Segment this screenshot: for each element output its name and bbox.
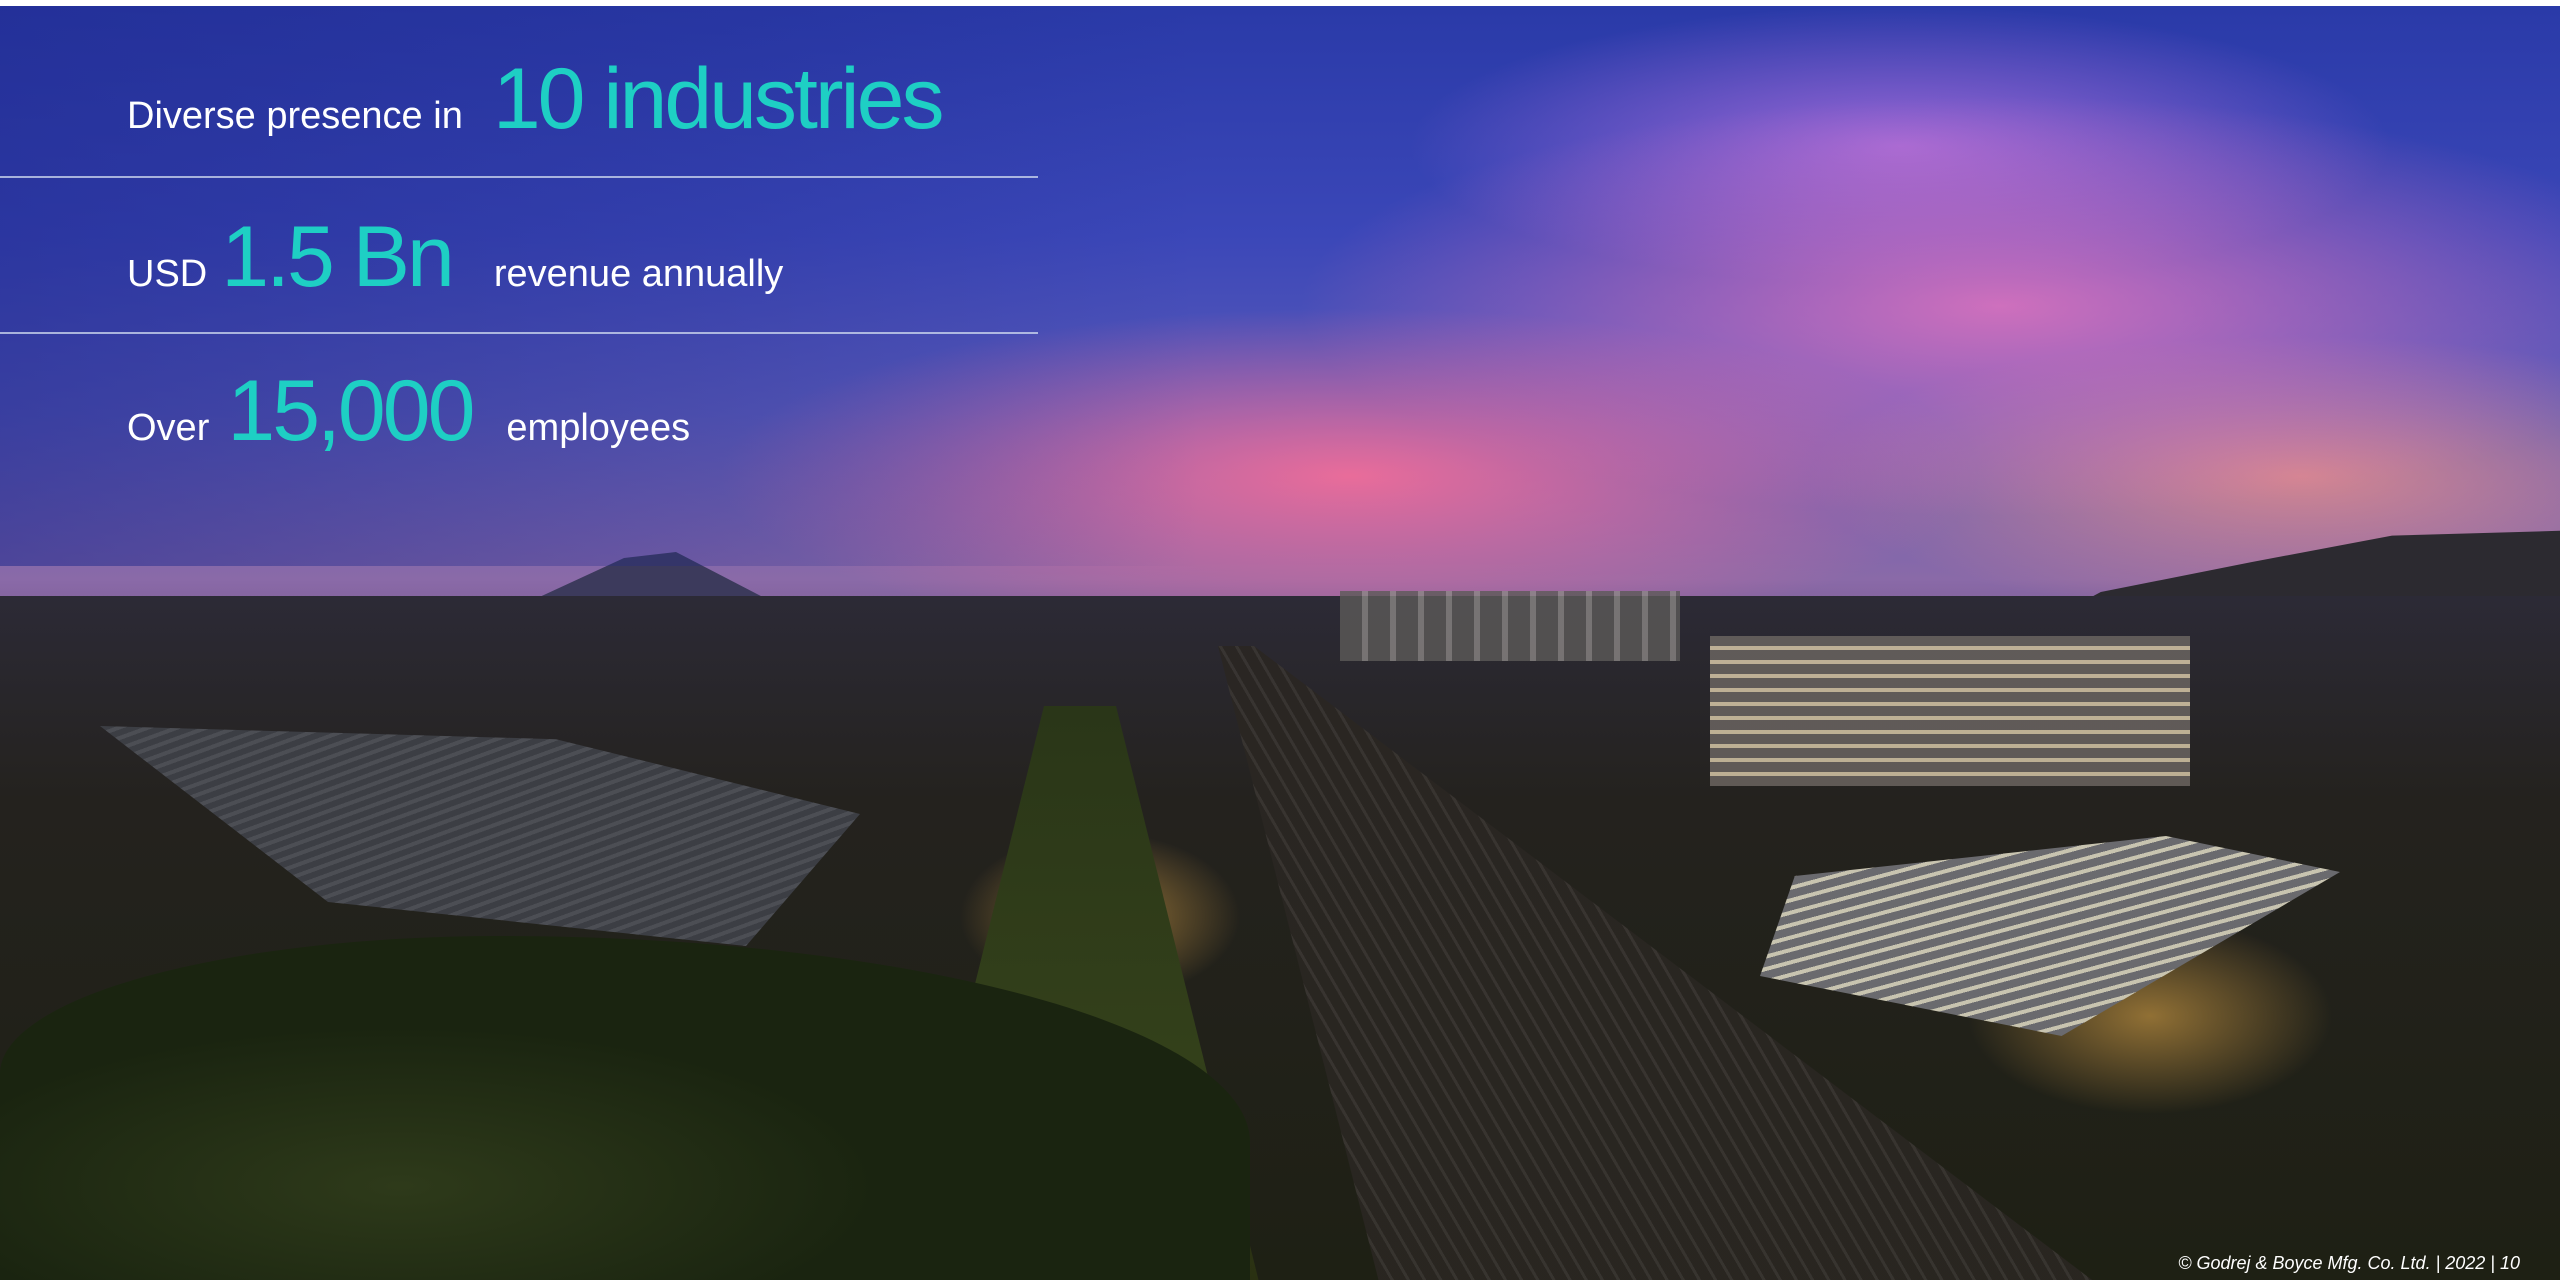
stat-employees-value: 15,000: [227, 363, 475, 459]
stat-revenue-prefix: USD: [127, 253, 208, 295]
stat-employees-suffix: employees: [506, 407, 691, 449]
stat-industries-value: 10 industries: [492, 51, 945, 147]
stat-revenue-value: 1.5 Bn: [221, 209, 455, 305]
stat-revenue: USD 1.5 Bn revenue annually: [0, 214, 1038, 300]
stat-industries-prefix: Diverse presence in: [127, 95, 463, 137]
office-building: [1710, 636, 2190, 786]
divider: [0, 332, 1038, 334]
slide: Diverse presence in 10 industries USD 1.…: [0, 6, 2560, 1280]
stat-employees: Over 15,000 employees: [0, 368, 1038, 454]
stat-revenue-suffix: revenue annually: [493, 253, 784, 295]
skyline-buildings: [1340, 591, 1680, 661]
stat-industries: Diverse presence in 10 industries: [0, 56, 1038, 142]
stat-employees-prefix: Over: [127, 407, 210, 449]
copyright-footer: © Godrej & Boyce Mfg. Co. Ltd. | 2022 | …: [2178, 1253, 2520, 1273]
divider: [0, 176, 1038, 178]
